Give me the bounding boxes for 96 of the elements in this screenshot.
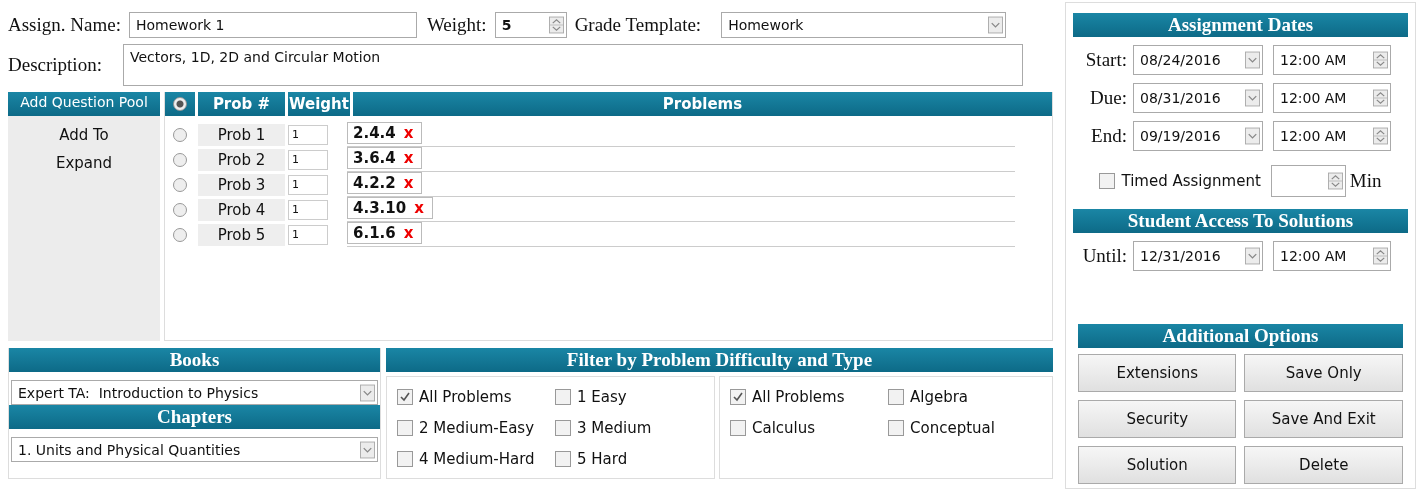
weight-field[interactable]: 1: [288, 149, 328, 170]
checkbox-label: 4 Medium-Hard: [419, 449, 535, 468]
column-header: Prob #: [198, 92, 285, 116]
checkbox-label: Timed Assignment: [1121, 172, 1261, 190]
checkbox[interactable]: [555, 388, 571, 405]
checkbox[interactable]: [730, 419, 746, 436]
checkbox[interactable]: [730, 388, 746, 405]
radio-button[interactable]: [173, 127, 187, 142]
column-header: Problems: [353, 92, 1052, 116]
field-label: Assign. Name:: [8, 14, 121, 36]
field-label: Grade Template:: [574, 14, 702, 36]
checkbox[interactable]: [555, 419, 571, 436]
checkbox-label: 5 Hard: [577, 449, 628, 468]
remove-button[interactable]: x: [414, 199, 424, 217]
option-button[interactable]: Delete: [1244, 446, 1403, 484]
section-header: Filter by Problem Difficulty and Type: [386, 348, 1053, 372]
checkbox-label: 1 Easy: [577, 387, 627, 406]
problem-number: 6.1.6: [353, 224, 396, 242]
time-field[interactable]: 12:00 AM: [1272, 121, 1391, 151]
section-header: Assignment Dates: [1072, 13, 1408, 37]
remove-button[interactable]: x: [403, 124, 414, 142]
checkbox[interactable]: [397, 388, 413, 405]
weight-field[interactable]: 1: [288, 199, 328, 220]
spinner-icon[interactable]: [1372, 89, 1388, 107]
checkbox[interactable]: [397, 419, 413, 436]
field-label: Description:: [8, 54, 102, 76]
table-cell: Prob 4: [198, 198, 285, 221]
menu-item[interactable]: Expand: [55, 154, 113, 172]
name-field[interactable]: Homework 1: [128, 12, 417, 38]
checkbox[interactable]: [397, 450, 413, 467]
checkbox-label: Calculus: [752, 418, 816, 437]
option-button[interactable]: Security: [1077, 400, 1237, 438]
field-label: End:: [1090, 125, 1127, 147]
book-dropdown[interactable]: Expert TA: Introduction to Physics: [11, 380, 378, 405]
chapter-dropdown[interactable]: 1. Units and Physical Quantities: [11, 437, 378, 462]
weight-field[interactable]: 1: [288, 174, 328, 195]
date-dropdown[interactable]: 08/24/2016: [1132, 45, 1263, 75]
spinner-icon[interactable]: [1372, 247, 1388, 265]
problem-number: 4.2.2: [353, 174, 396, 192]
option-button[interactable]: Extensions: [1077, 354, 1237, 392]
section-header: Chapters: [9, 405, 380, 429]
spinner-icon[interactable]: [1372, 127, 1388, 145]
spinner-icon[interactable]: [1327, 172, 1343, 190]
option-button[interactable]: Save And Exit: [1244, 400, 1403, 438]
option-button[interactable]: Solution: [1077, 446, 1237, 484]
date-dropdown[interactable]: 09/19/2016: [1132, 121, 1263, 151]
remove-button[interactable]: x: [403, 224, 414, 242]
option-button[interactable]: Save Only: [1244, 354, 1403, 392]
table-cell: Prob 2: [198, 148, 285, 171]
checkbox-label: Conceptual: [910, 418, 995, 437]
problem-number: 4.3.10: [353, 199, 407, 217]
checkbox-label: All Problems: [752, 387, 845, 406]
unit-label: Min: [1349, 170, 1382, 192]
section-header: Additional Options: [1077, 324, 1403, 348]
remove-button[interactable]: x: [403, 149, 414, 167]
problem-number: 2.4.4: [353, 124, 396, 142]
radio-button[interactable]: [173, 152, 187, 167]
problem-number: 3.6.4: [353, 149, 396, 167]
checkbox-label: Algebra: [910, 387, 969, 406]
table-cell: Prob 1: [198, 123, 285, 146]
section-header: Books: [9, 348, 380, 372]
checkbox-label: All Problems: [419, 387, 512, 406]
menu-item[interactable]: Add To: [59, 126, 109, 144]
template-dropdown[interactable]: Homework: [721, 12, 1007, 38]
time-field[interactable]: 12:00 AM: [1272, 45, 1391, 75]
remove-button[interactable]: x: [403, 174, 414, 192]
field-label: Due:: [1089, 87, 1127, 109]
checkbox[interactable]: [1099, 173, 1116, 189]
field-label: Start:: [1084, 49, 1127, 71]
date-dropdown[interactable]: 08/31/2016: [1132, 83, 1263, 113]
weight-field[interactable]: 1: [288, 124, 328, 145]
description-field[interactable]: Vectors, 1D, 2D and Circular Motion: [122, 44, 1023, 86]
radio-button[interactable]: [173, 227, 187, 242]
checkbox-label: 2 Medium-Easy: [419, 418, 535, 437]
spinner-icon[interactable]: [548, 16, 564, 34]
date-dropdown[interactable]: 12/31/2016: [1132, 241, 1263, 271]
table-cell: Prob 5: [198, 223, 285, 246]
pool-menu-title[interactable]: Add Question Pool: [8, 92, 160, 116]
time-field[interactable]: 12:00 AM: [1272, 241, 1391, 271]
column-header: Weight: [288, 92, 350, 116]
field-label: Weight:: [426, 14, 487, 36]
checkbox[interactable]: [888, 419, 904, 436]
minutes-field[interactable]: [1270, 165, 1346, 197]
table-cell: Prob 3: [198, 173, 285, 196]
checkbox[interactable]: [888, 388, 904, 405]
radio-button[interactable]: [173, 202, 187, 217]
field-label: Until:: [1081, 245, 1127, 267]
checkbox[interactable]: [555, 450, 571, 467]
weight-field[interactable]: 1: [288, 224, 328, 245]
spinner-icon[interactable]: [1372, 51, 1388, 69]
radio-button[interactable]: [173, 97, 187, 111]
section-header: Student Access To Solutions: [1072, 209, 1408, 233]
radio-button[interactable]: [173, 177, 187, 192]
weight-field[interactable]: 5: [494, 12, 567, 38]
time-field[interactable]: 12:00 AM: [1272, 83, 1391, 113]
checkbox-label: 3 Medium: [577, 418, 652, 437]
